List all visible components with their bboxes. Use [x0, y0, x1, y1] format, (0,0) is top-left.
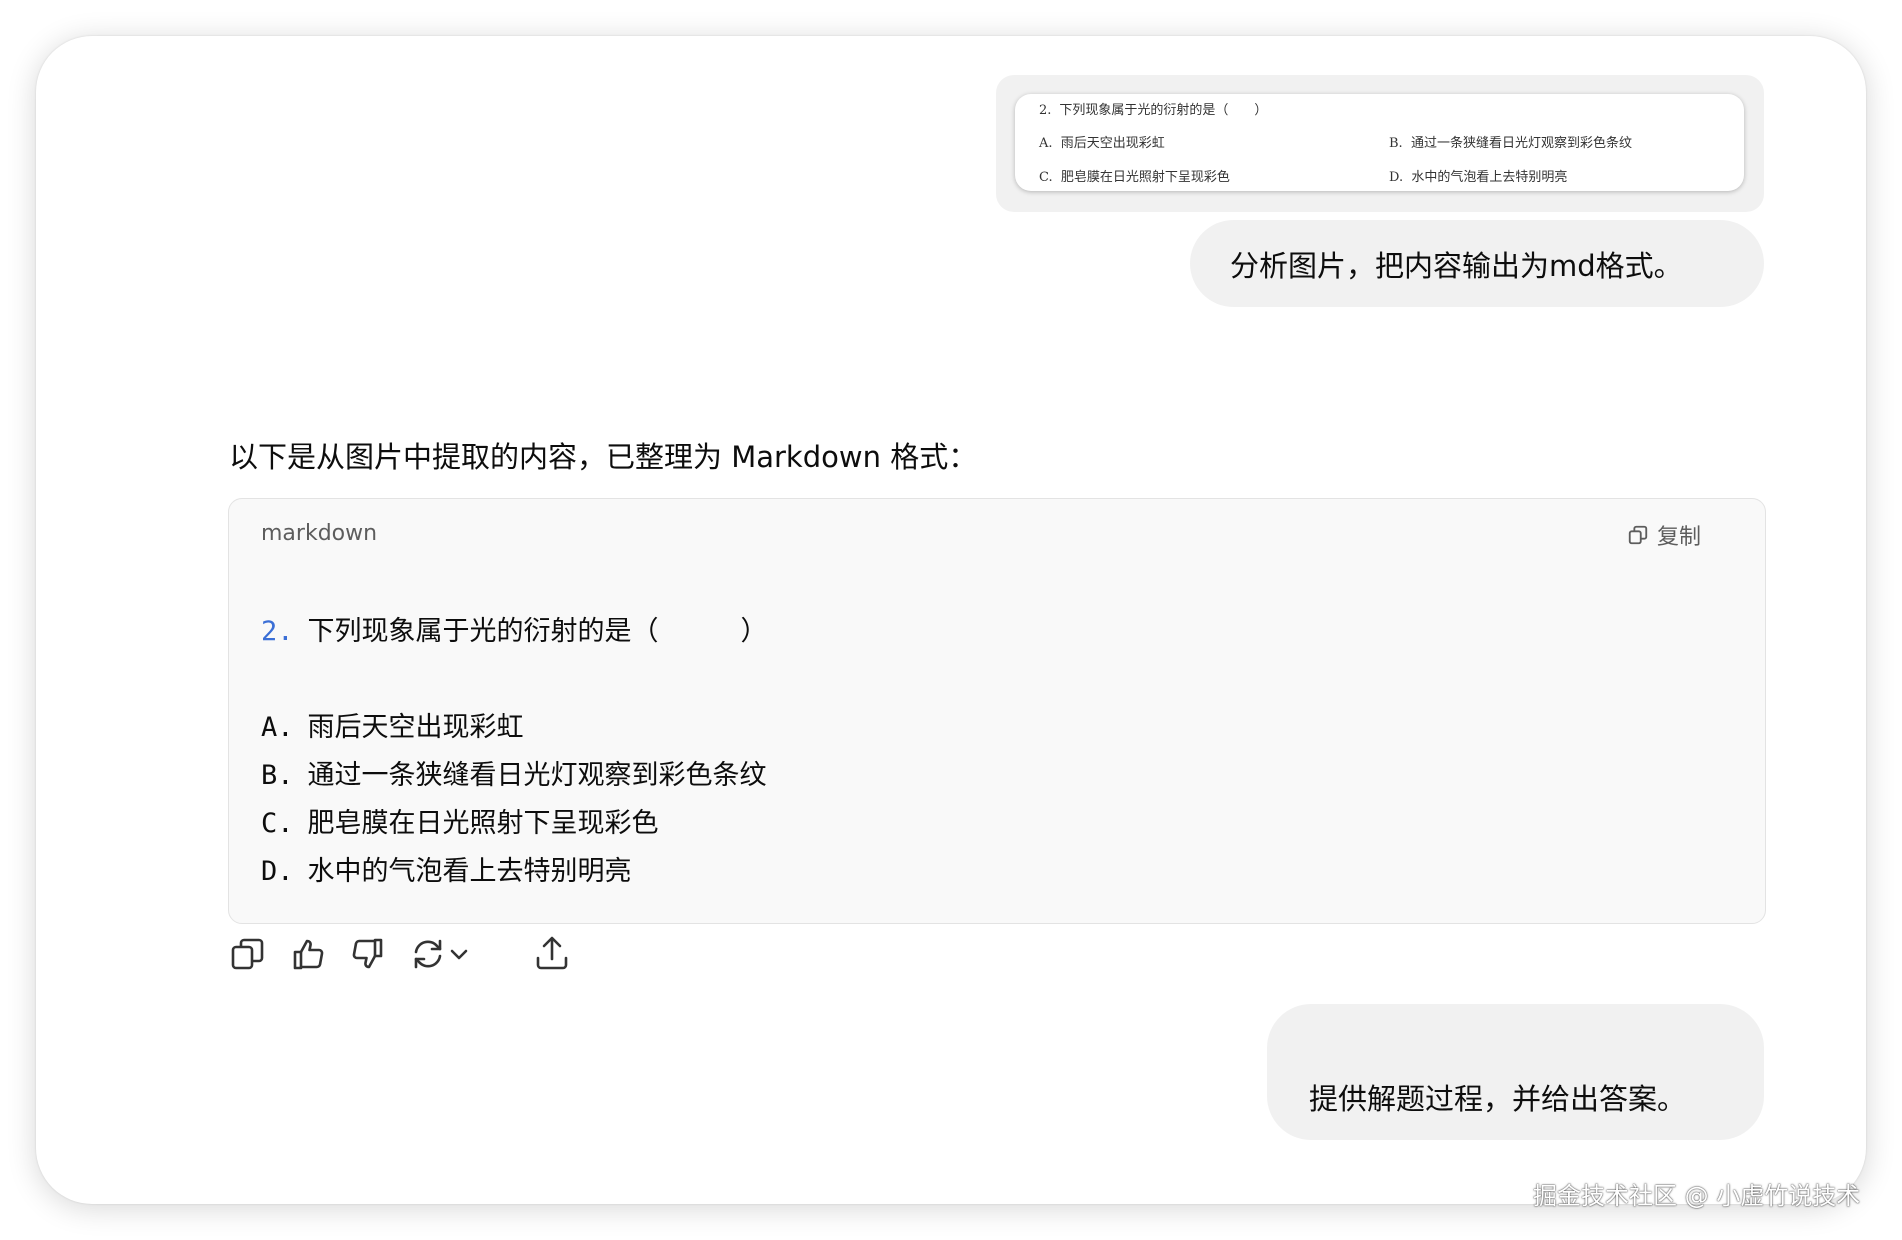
image-option-c: C. 肥皂膜在日光照射下呈现彩色: [1039, 170, 1230, 185]
user-message: 分析图片，把内容输出为md格式。: [1190, 220, 1764, 307]
uploaded-image[interactable]: 2. 下列现象属于光的衍射的是（ ） A. 雨后天空出现彩虹 B. 通过一条狭缝看…: [996, 75, 1764, 212]
code-line-option-d: D. 水中的气泡看上去特别明亮: [261, 856, 632, 887]
regenerate-icon: [414, 939, 442, 969]
assistant-intro-text: 以下是从图片中提取的内容，已整理为 Markdown 格式：: [229, 440, 978, 474]
chevron-down-icon: [450, 949, 468, 960]
code-language-label: markdown: [261, 521, 378, 546]
share-button[interactable]: [532, 934, 572, 974]
image-question: 2. 下列现象属于光的衍射的是（ ）: [1039, 103, 1268, 118]
copy-message-button[interactable]: [228, 934, 268, 974]
thumbs-down-icon: [352, 938, 383, 969]
bad-response-button[interactable]: [348, 934, 388, 974]
user-message-text: 提供解题过程，并给出答案。: [1309, 1082, 1687, 1116]
uploaded-image-content: 2. 下列现象属于光的衍射的是（ ） A. 雨后天空出现彩虹 B. 通过一条狭缝看…: [1015, 94, 1744, 191]
code-line-question: 2. 下列现象属于光的衍射的是（）: [261, 616, 768, 647]
user-message-text: 分析图片，把内容输出为md格式。: [1230, 249, 1683, 283]
code-line-option-a: A. 雨后天空出现彩虹: [261, 712, 524, 743]
share-icon: [536, 936, 568, 970]
copy-code-button[interactable]: 复制: [1627, 519, 1701, 551]
thumbs-up-icon: [293, 939, 324, 970]
watermark: 掘金技术社区 @ 小虚竹说技术: [1533, 1182, 1861, 1210]
image-option-a: A. 雨后天空出现彩虹: [1039, 136, 1165, 151]
image-option-d: D. 水中的气泡看上去特别明亮: [1389, 170, 1568, 185]
code-line-option-c: C. 肥皂膜在日光照射下呈现彩色: [261, 808, 659, 839]
copy-icon: [231, 938, 264, 970]
copy-code-label: 复制: [1656, 525, 1701, 550]
code-line-option-b: B. 通过一条狭缝看日光灯观察到彩色条纹: [261, 760, 767, 791]
user-message: 提供解题过程，并给出答案。: [1267, 1004, 1764, 1140]
switch-model-button[interactable]: [448, 934, 470, 974]
image-option-b: B. 通过一条狭缝看日光灯观察到彩色条纹: [1389, 136, 1632, 151]
regenerate-button[interactable]: [408, 934, 448, 974]
code-block: markdown 复制 2. 下列现象属于光的衍射的是（） A. 雨后天空出现彩虹 …: [228, 498, 1766, 924]
copy-icon: [1628, 525, 1648, 545]
good-response-button[interactable]: [288, 934, 328, 974]
